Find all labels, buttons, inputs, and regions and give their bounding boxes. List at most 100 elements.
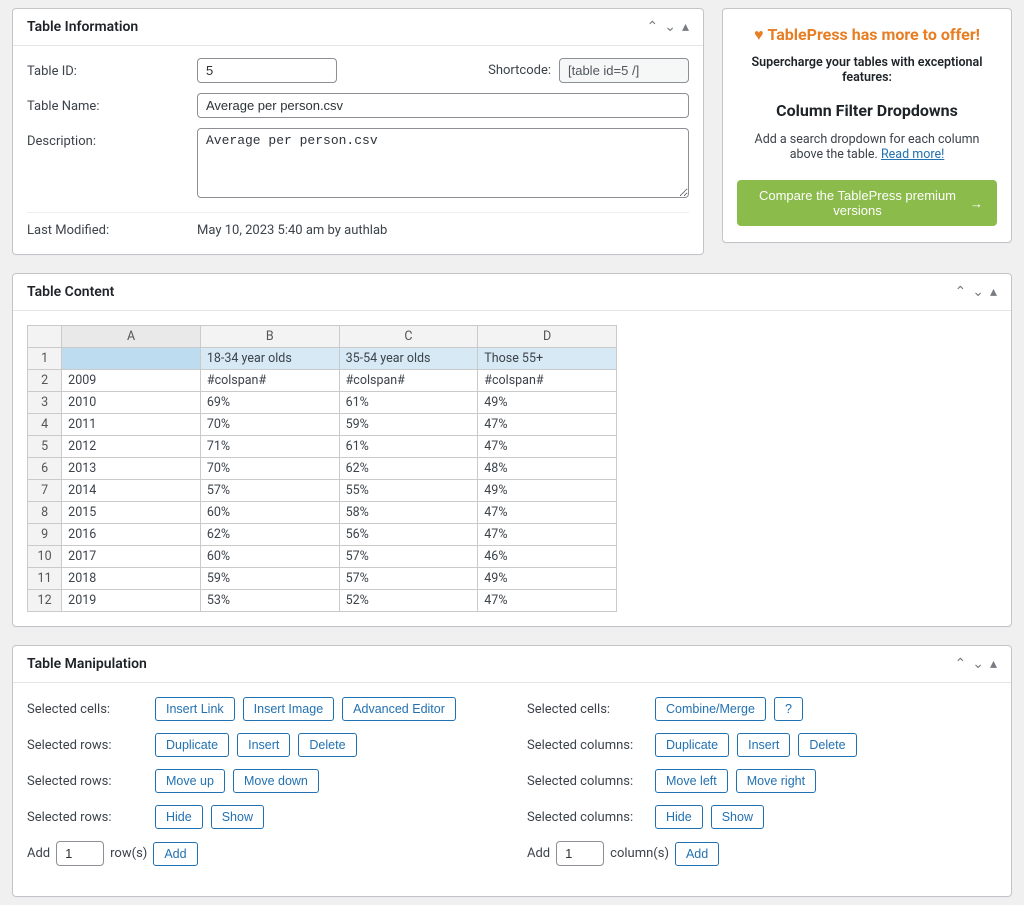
cell[interactable]: 56%: [339, 524, 478, 546]
hide-cols-button[interactable]: Hide: [655, 805, 703, 829]
row-header[interactable]: 11: [28, 568, 62, 590]
cell[interactable]: 59%: [200, 568, 339, 590]
shortcode-input[interactable]: [559, 58, 689, 83]
chevron-down-icon[interactable]: ⌄: [972, 657, 984, 671]
cell[interactable]: 49%: [478, 568, 617, 590]
cell[interactable]: 69%: [200, 392, 339, 414]
delete-cols-button[interactable]: Delete: [798, 733, 856, 757]
compare-premium-button[interactable]: Compare the TablePress premium versions→: [737, 180, 997, 226]
delete-rows-button[interactable]: Delete: [298, 733, 356, 757]
add-cols-input[interactable]: [556, 841, 604, 866]
cell[interactable]: 61%: [339, 436, 478, 458]
add-rows-input[interactable]: [56, 841, 104, 866]
duplicate-rows-button[interactable]: Duplicate: [155, 733, 229, 757]
spreadsheet[interactable]: A B C D 1 18-34 year olds35-54 year oldsT…: [27, 325, 617, 612]
move-right-button[interactable]: Move right: [736, 769, 816, 793]
cell[interactable]: 57%: [339, 568, 478, 590]
cell[interactable]: 49%: [478, 480, 617, 502]
cell[interactable]: 47%: [478, 524, 617, 546]
cell[interactable]: 62%: [339, 458, 478, 480]
cell[interactable]: 59%: [339, 414, 478, 436]
table-id-input[interactable]: [197, 58, 337, 83]
combine-merge-button[interactable]: Combine/Merge: [655, 697, 766, 721]
chevron-down-icon[interactable]: ⌄: [664, 20, 676, 34]
row-header[interactable]: 10: [28, 546, 62, 568]
cell[interactable]: [62, 348, 201, 370]
cell[interactable]: 2017: [62, 546, 201, 568]
cell[interactable]: 53%: [200, 590, 339, 612]
cell[interactable]: 47%: [478, 502, 617, 524]
cell[interactable]: 2010: [62, 392, 201, 414]
chevron-up-icon[interactable]: ⌃: [955, 285, 967, 299]
insert-rows-button[interactable]: Insert: [237, 733, 290, 757]
cell[interactable]: 2009: [62, 370, 201, 392]
cell[interactable]: 2012: [62, 436, 201, 458]
chevron-up-icon[interactable]: ⌃: [647, 20, 659, 34]
chevron-down-icon[interactable]: ⌄: [972, 285, 984, 299]
cell[interactable]: 49%: [478, 392, 617, 414]
cell[interactable]: 46%: [478, 546, 617, 568]
cell[interactable]: 18-34 year olds: [200, 348, 339, 370]
caret-up-icon[interactable]: ▴: [990, 285, 997, 299]
table-name-input[interactable]: [197, 93, 689, 118]
cell[interactable]: 70%: [200, 414, 339, 436]
row-header[interactable]: 9: [28, 524, 62, 546]
row-header[interactable]: 3: [28, 392, 62, 414]
hide-rows-button[interactable]: Hide: [155, 805, 203, 829]
col-header-a[interactable]: A: [62, 326, 201, 348]
add-rows-button[interactable]: Add: [153, 842, 197, 866]
row-header[interactable]: 4: [28, 414, 62, 436]
cell[interactable]: Those 55+: [478, 348, 617, 370]
col-header-d[interactable]: D: [478, 326, 617, 348]
col-header-b[interactable]: B: [200, 326, 339, 348]
show-cols-button[interactable]: Show: [711, 805, 764, 829]
add-cols-button[interactable]: Add: [675, 842, 719, 866]
insert-image-button[interactable]: Insert Image: [243, 697, 334, 721]
cell[interactable]: 60%: [200, 546, 339, 568]
advanced-editor-button[interactable]: Advanced Editor: [342, 697, 456, 721]
cell[interactable]: 2019: [62, 590, 201, 612]
cell[interactable]: 61%: [339, 392, 478, 414]
cell[interactable]: 47%: [478, 436, 617, 458]
cell[interactable]: #colspan#: [478, 370, 617, 392]
cell[interactable]: 2018: [62, 568, 201, 590]
row-header[interactable]: 2: [28, 370, 62, 392]
corner-cell[interactable]: [28, 326, 62, 348]
row-header[interactable]: 7: [28, 480, 62, 502]
caret-up-icon[interactable]: ▴: [682, 20, 689, 34]
cell[interactable]: 2015: [62, 502, 201, 524]
cell[interactable]: #colspan#: [339, 370, 478, 392]
cell[interactable]: 2014: [62, 480, 201, 502]
cell[interactable]: 62%: [200, 524, 339, 546]
move-up-button[interactable]: Move up: [155, 769, 225, 793]
row-header[interactable]: 12: [28, 590, 62, 612]
col-header-c[interactable]: C: [339, 326, 478, 348]
row-header[interactable]: 1: [28, 348, 62, 370]
chevron-up-icon[interactable]: ⌃: [955, 657, 967, 671]
cell[interactable]: 47%: [478, 590, 617, 612]
duplicate-cols-button[interactable]: Duplicate: [655, 733, 729, 757]
cell[interactable]: 48%: [478, 458, 617, 480]
cell[interactable]: 58%: [339, 502, 478, 524]
insert-cols-button[interactable]: Insert: [737, 733, 790, 757]
cell[interactable]: 35-54 year olds: [339, 348, 478, 370]
cell[interactable]: 57%: [200, 480, 339, 502]
cell[interactable]: #colspan#: [200, 370, 339, 392]
cell[interactable]: 70%: [200, 458, 339, 480]
caret-up-icon[interactable]: ▴: [990, 657, 997, 671]
cell[interactable]: 60%: [200, 502, 339, 524]
help-button[interactable]: ?: [774, 697, 803, 721]
cell[interactable]: 2016: [62, 524, 201, 546]
cell[interactable]: 47%: [478, 414, 617, 436]
cell[interactable]: 52%: [339, 590, 478, 612]
description-textarea[interactable]: [197, 128, 689, 198]
insert-link-button[interactable]: Insert Link: [155, 697, 235, 721]
row-header[interactable]: 8: [28, 502, 62, 524]
row-header[interactable]: 6: [28, 458, 62, 480]
cell[interactable]: 55%: [339, 480, 478, 502]
cell[interactable]: 2011: [62, 414, 201, 436]
show-rows-button[interactable]: Show: [211, 805, 264, 829]
move-down-button[interactable]: Move down: [233, 769, 319, 793]
cell[interactable]: 2013: [62, 458, 201, 480]
row-header[interactable]: 5: [28, 436, 62, 458]
